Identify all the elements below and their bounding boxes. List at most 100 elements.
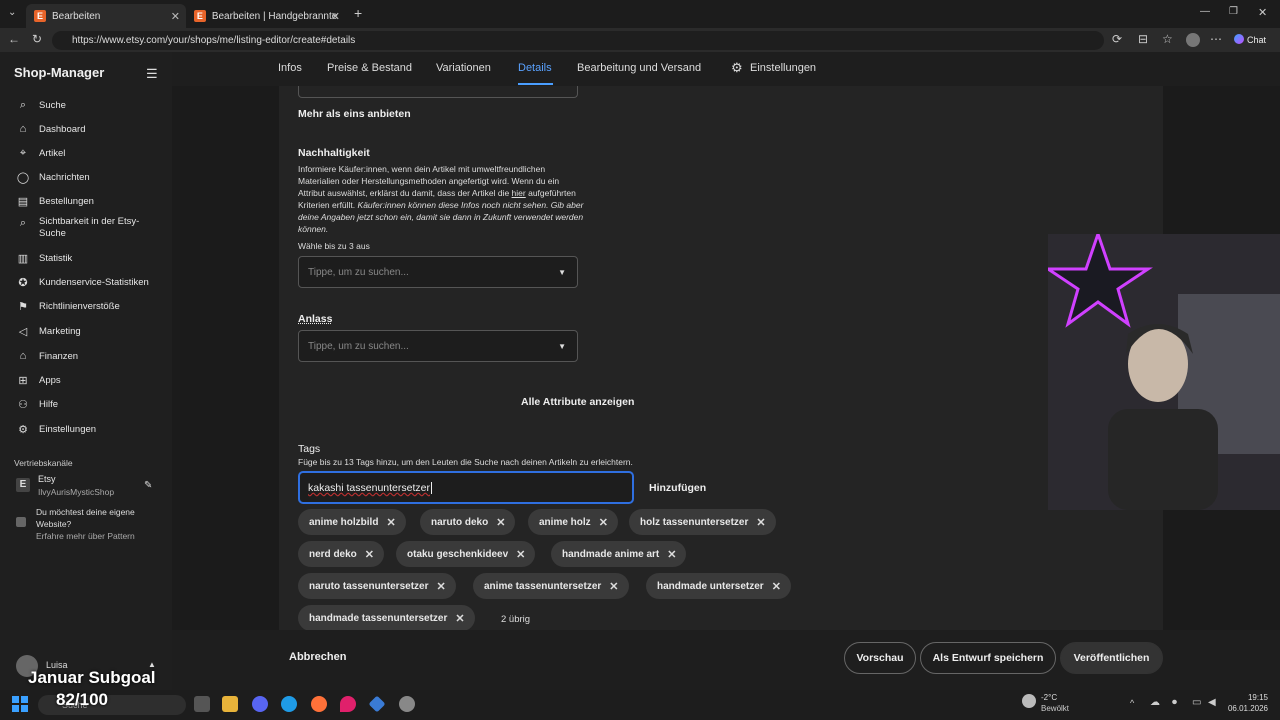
back-icon[interactable]: ← xyxy=(8,32,20,46)
sidebar-item-marketing[interactable]: ◁ Marketing xyxy=(16,324,81,338)
menu-icon[interactable]: ☰ xyxy=(146,66,158,82)
sidebar-item-richtlinien[interactable]: ⚑ Richtlinienverstöße xyxy=(16,299,120,313)
pattern-link[interactable]: Erfahre mehr über Pattern xyxy=(36,531,135,541)
minimize-icon[interactable]: — xyxy=(1200,6,1210,17)
extensions-icon[interactable]: ⟳ xyxy=(1112,32,1122,46)
tab-einstellungen[interactable]: Einstellungen xyxy=(750,62,816,74)
url-field[interactable]: https://www.etsy.com/your/shops/me/listi… xyxy=(52,31,1104,50)
more-than-one-link[interactable]: Mehr als eins anbieten xyxy=(298,108,411,120)
previous-field[interactable] xyxy=(298,86,578,98)
favorites-icon[interactable]: ☆ xyxy=(1162,32,1173,46)
add-tag-button[interactable]: Hinzufügen xyxy=(649,482,706,494)
publish-button[interactable]: Veröffentlichen xyxy=(1060,642,1163,674)
tab-details[interactable]: Details xyxy=(518,62,552,74)
remove-tag-icon[interactable]: ✕ xyxy=(436,580,445,593)
windows-start-icon[interactable] xyxy=(12,696,28,712)
etsy-logo-icon: E xyxy=(16,478,30,492)
bank-icon: ⌂ xyxy=(19,350,27,362)
sidebar-item-label: Kundenservice-Statistiken xyxy=(39,276,149,288)
browser-tab-2[interactable]: E Bearbeiten | Handgebrannter Kaka ✕ xyxy=(186,4,346,28)
criteria-link[interactable]: hier xyxy=(512,188,526,198)
browser-tab-1[interactable]: E Bearbeiten ✕ xyxy=(26,4,186,28)
microphone-icon[interactable]: ⏺ xyxy=(1172,697,1177,708)
remove-tag-icon[interactable]: ✕ xyxy=(455,612,464,625)
desc-note: deine Angaben jetzt schon ein, damit sie… xyxy=(298,212,584,222)
remove-tag-icon[interactable]: ✕ xyxy=(609,580,618,593)
sustainability-description: Informiere Käufer:innen, wenn dein Artik… xyxy=(298,163,628,235)
pattern-text: Du möchtest deine eigene xyxy=(36,507,135,517)
sidebar-item-bestellungen[interactable]: ▤ Bestellungen xyxy=(16,194,94,208)
edge-icon[interactable] xyxy=(281,696,297,712)
cloud-sync-icon[interactable]: ☁ xyxy=(1150,697,1160,708)
remove-tag-icon[interactable]: ✕ xyxy=(516,548,525,561)
reload-icon[interactable]: ↻ xyxy=(32,32,42,46)
tab-preise[interactable]: Preise & Bestand xyxy=(327,62,412,74)
pattern-promo[interactable]: Du möchtest deine eigene Website? Erfahre … xyxy=(36,506,135,542)
desc-line: Informiere Käufer:innen, wenn dein Artik… xyxy=(298,164,546,174)
occasion-select[interactable]: Tippe, um zu suchen... ▼ xyxy=(298,330,578,362)
subgoal-title: Januar Subgoal xyxy=(28,668,156,687)
tab-infos[interactable]: Infos xyxy=(278,62,302,74)
more-icon[interactable]: ⋯ xyxy=(1210,32,1222,46)
sidebar-item-label: Apps xyxy=(39,374,61,386)
task-view-icon[interactable] xyxy=(194,696,210,712)
sidebar-item-artikel[interactable]: ⌖ Artikel xyxy=(16,146,66,160)
remove-tag-icon[interactable]: ✕ xyxy=(386,516,395,529)
sidebar-item-hilfe[interactable]: ⚇ Hilfe xyxy=(16,397,58,411)
close-tab-icon[interactable]: ✕ xyxy=(331,10,340,23)
sidebar-item-statistik[interactable]: ▥ Statistik xyxy=(16,251,72,265)
sidebar-item-suche[interactable]: ⌕ Suche xyxy=(16,98,66,112)
tag-label: naruto deko xyxy=(431,516,489,528)
weather-desc: Bewölkt xyxy=(1041,704,1070,713)
cancel-button[interactable]: Abbrechen xyxy=(289,651,346,663)
sidebar-item-label: Hilfe xyxy=(39,398,59,410)
close-window-icon[interactable]: ✕ xyxy=(1258,6,1267,19)
sidebar-item-nachrichten[interactable]: ◯ Nachrichten xyxy=(16,170,90,184)
tag-chip: naruto tassenuntersetzer ✕ xyxy=(298,573,456,599)
maps-pin-icon[interactable] xyxy=(340,696,356,712)
monitor-icon[interactable]: ▭ xyxy=(1192,697,1201,708)
split-icon[interactable]: ⊟ xyxy=(1138,32,1148,46)
chevron-up-icon[interactable]: ^ xyxy=(1130,698,1134,708)
sidebar-item-label: Richtlinienverstöße xyxy=(39,300,120,312)
sidebar-item-apps[interactable]: ⊞ Apps xyxy=(16,373,61,387)
remove-tag-icon[interactable]: ✕ xyxy=(365,548,374,561)
shop-name[interactable]: IlvyAurisMysticShop xyxy=(38,487,114,497)
new-tab-icon[interactable]: + xyxy=(354,5,362,21)
remove-tag-icon[interactable]: ✕ xyxy=(667,548,676,561)
sidebar-item-sichtbarkeit[interactable]: ⌕ Sichtbarkeit in der Etsy- Suche xyxy=(16,216,139,240)
remove-tag-icon[interactable]: ✕ xyxy=(599,516,608,529)
file-explorer-icon[interactable] xyxy=(222,696,238,712)
profile-avatar[interactable] xyxy=(1186,33,1200,47)
obs-icon[interactable] xyxy=(399,696,415,712)
tag-input-value: kakashi tassenuntersetzer xyxy=(308,482,430,494)
tab-list-icon[interactable]: ⌄ xyxy=(8,7,16,18)
firefox-icon[interactable] xyxy=(311,696,327,712)
clock-time[interactable]: 19:15 xyxy=(1228,693,1268,702)
remove-tag-icon[interactable]: ✕ xyxy=(756,516,765,529)
sidebar-item-kundenservice[interactable]: ✪ Kundenservice-Statistiken xyxy=(16,275,149,289)
sidebar-item-dashboard[interactable]: ⌂ Dashboard xyxy=(16,122,86,136)
tag-input[interactable]: kakashi tassenuntersetzer xyxy=(298,471,634,504)
remove-tag-icon[interactable]: ✕ xyxy=(496,516,505,529)
sidebar-item-finanzen[interactable]: ⌂ Finanzen xyxy=(16,349,78,363)
save-draft-button[interactable]: Als Entwurf speichern xyxy=(920,642,1056,674)
choose-hint: Wähle bis zu 3 aus xyxy=(298,241,370,251)
show-all-attributes-button[interactable]: Alle Attribute anzeigen xyxy=(521,396,634,408)
copilot-chat-button[interactable]: Chat xyxy=(1234,34,1266,45)
close-tab-icon[interactable]: ✕ xyxy=(171,10,180,23)
preview-button[interactable]: Vorschau xyxy=(844,642,916,674)
caret-down-icon: ▼ xyxy=(558,268,566,277)
weather-cloud-icon xyxy=(1022,694,1036,708)
remove-tag-icon[interactable]: ✕ xyxy=(772,580,781,593)
desc-note: können. xyxy=(298,224,329,234)
edit-pencil-icon[interactable]: ✎ xyxy=(144,480,152,491)
sustainability-select[interactable]: Tippe, um zu suchen... ▼ xyxy=(298,256,578,288)
clock-date[interactable]: 06.01.2026 xyxy=(1226,704,1268,713)
maximize-icon[interactable]: ❐ xyxy=(1229,6,1238,17)
tab-variationen[interactable]: Variationen xyxy=(436,62,491,74)
discord-icon[interactable] xyxy=(252,696,268,712)
tab-versand[interactable]: Bearbeitung und Versand xyxy=(577,62,701,74)
volume-icon[interactable]: ◀ xyxy=(1208,697,1216,708)
sidebar-item-einstellungen[interactable]: ⚙ Einstellungen xyxy=(16,422,96,436)
